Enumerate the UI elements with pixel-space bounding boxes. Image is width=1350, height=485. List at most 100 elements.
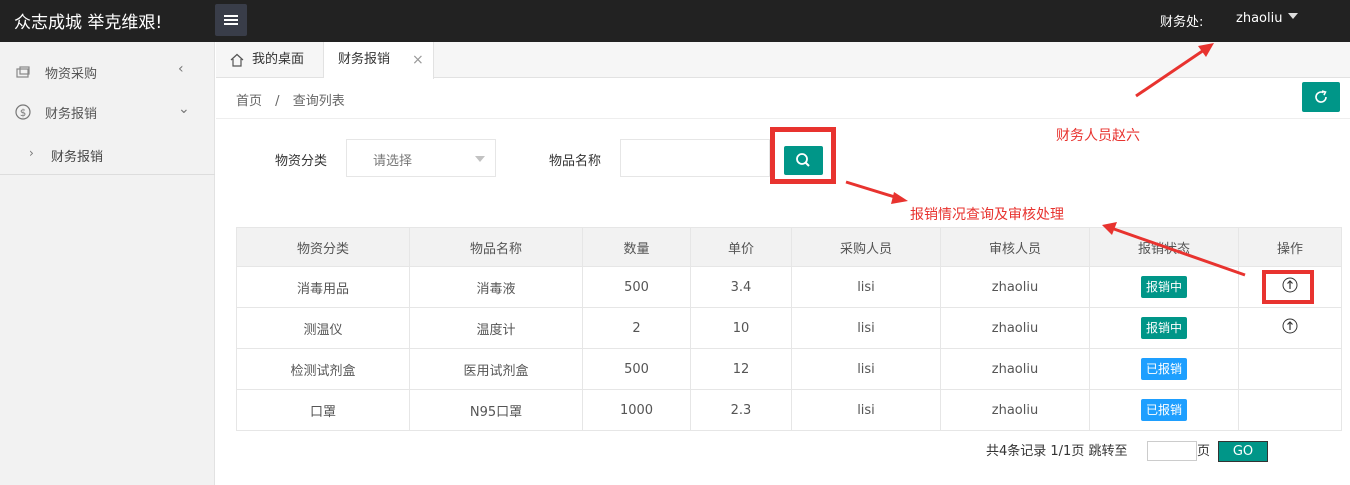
cell-status: 已报销 <box>1089 389 1239 431</box>
dollar-icon: $ <box>15 104 31 120</box>
tab-finance[interactable]: 财务报销 × <box>324 42 434 79</box>
chevron-down-icon: ⌄ <box>178 101 190 117</box>
cell-price: 3.4 <box>690 266 792 308</box>
action-highlight-box <box>1262 270 1314 304</box>
user-menu[interactable]: zhaoliu <box>1236 11 1282 26</box>
column-header: 物资分类 <box>236 227 410 267</box>
sidebar-item-finance[interactable]: $ 财务报销 ⌄ <box>0 92 215 132</box>
status-badge: 报销中 <box>1140 276 1187 298</box>
chevron-left-icon: ‹ <box>178 61 184 77</box>
brand-title: 众志成城 举克维艰! <box>14 13 163 33</box>
pager-summary: 共4条记录 1/1页 跳转至 <box>986 444 1128 459</box>
sidebar-item-label: 财务报销 <box>45 107 98 122</box>
cell-status: 报销中 <box>1089 266 1239 308</box>
cell-price: 2.3 <box>690 389 792 431</box>
column-header: 采购人员 <box>791 227 941 267</box>
breadcrumb-current: 查询列表 <box>292 94 345 109</box>
cell-price: 12 <box>690 348 792 390</box>
caret-down-icon[interactable] <box>1288 13 1298 19</box>
column-header: 操作 <box>1238 227 1342 267</box>
cell-category: 检测试剂盒 <box>236 348 410 390</box>
user-role-label: 财务处: <box>1160 15 1204 30</box>
go-button[interactable]: GO <box>1218 441 1268 462</box>
page-suffix: 页 <box>1197 444 1211 459</box>
cell-buyer: lisi <box>791 266 941 308</box>
column-header: 物品名称 <box>409 227 583 267</box>
cell-category: 消毒用品 <box>236 266 410 308</box>
category-placeholder: 请选择 <box>373 154 413 169</box>
tab-desktop[interactable]: 我的桌面 <box>216 42 324 78</box>
cell-qty: 2 <box>582 307 691 349</box>
breadcrumb: 首页 / 查询列表 <box>236 90 354 109</box>
cell-buyer: lisi <box>791 348 941 390</box>
caret-down-icon <box>475 156 485 162</box>
sidebar-subitem-finance[interactable]: › 财务报销 <box>0 135 215 175</box>
cell-auditor: zhaoliu <box>940 348 1090 390</box>
chevron-right-icon: › <box>29 146 34 160</box>
menu-toggle-button[interactable] <box>215 4 247 36</box>
cell-price: 10 <box>690 307 792 349</box>
annotation-query-note: 报销情况查询及审核处理 <box>910 207 1064 223</box>
item-name-label: 物品名称 <box>549 154 602 169</box>
cell-status: 报销中 <box>1089 307 1239 349</box>
cell-action <box>1238 389 1342 431</box>
status-badge: 已报销 <box>1140 399 1187 421</box>
divider <box>216 118 1350 119</box>
refresh-icon <box>1315 90 1327 103</box>
cell-name: 消毒液 <box>409 266 583 308</box>
category-select[interactable]: 请选择 <box>346 139 496 177</box>
cell-category: 测温仪 <box>236 307 410 349</box>
cell-buyer: lisi <box>791 307 941 349</box>
tab-label: 我的桌面 <box>252 52 305 67</box>
breadcrumb-home[interactable]: 首页 <box>236 94 262 109</box>
cell-name: 温度计 <box>409 307 583 349</box>
annotation-finance-person: 财务人员赵六 <box>1056 128 1140 144</box>
breadcrumb-separator: / <box>275 94 280 109</box>
table-row: 消毒用品 消毒液 500 3.4 lisi zhaoliu 报销中 <box>236 266 1342 308</box>
refresh-button[interactable] <box>1302 82 1340 112</box>
top-bar: 众志成城 举克维艰! 财务处: zhaoliu <box>0 0 1350 42</box>
arrow-to-search <box>845 180 908 204</box>
status-badge: 报销中 <box>1140 317 1187 339</box>
cell-action <box>1238 348 1342 390</box>
table-row: 口罩 N95口罩 1000 2.3 lisi zhaoliu 已报销 <box>236 389 1342 431</box>
tab-bar: 我的桌面 财务报销 × <box>216 42 1350 79</box>
cell-category: 口罩 <box>236 389 410 431</box>
tab-label: 财务报销 <box>338 52 391 67</box>
cell-name: N95口罩 <box>409 389 583 431</box>
cell-buyer: lisi <box>791 389 941 431</box>
column-header: 单价 <box>690 227 792 267</box>
cell-name: 医用试剂盒 <box>409 348 583 390</box>
category-label: 物资分类 <box>275 154 328 169</box>
hamburger-icon <box>224 15 238 17</box>
column-header: 审核人员 <box>940 227 1090 267</box>
approve-icon[interactable] <box>1282 318 1298 334</box>
status-badge: 已报销 <box>1140 358 1187 380</box>
cell-status: 已报销 <box>1089 348 1239 390</box>
cell-qty: 500 <box>582 266 691 308</box>
column-header: 报销状态 <box>1089 227 1239 267</box>
table-row: 测温仪 温度计 2 10 lisi zhaoliu 报销中 <box>236 307 1342 349</box>
item-name-input[interactable] <box>620 139 770 177</box>
home-icon <box>230 53 244 67</box>
page-jump-input[interactable] <box>1147 441 1197 461</box>
search-button[interactable] <box>784 146 823 175</box>
cell-action <box>1238 307 1342 349</box>
sidebar-item-purchase[interactable]: 物资采购 ‹ <box>0 52 215 92</box>
search-icon <box>796 153 810 167</box>
close-icon[interactable]: × <box>412 42 424 78</box>
sidebar: 物资采购 ‹ $ 财务报销 ⌄ › 财务报销 <box>0 42 215 485</box>
reimbursement-table: 物资分类 物品名称 数量 单价 采购人员 审核人员 报销状态 操作 消毒用品 消毒… <box>236 227 1342 431</box>
column-header: 数量 <box>582 227 691 267</box>
table-row: 检测试剂盒 医用试剂盒 500 12 lisi zhaoliu 已报销 <box>236 348 1342 390</box>
sidebar-item-label: 物资采购 <box>45 67 98 82</box>
cell-auditor: zhaoliu <box>940 307 1090 349</box>
purchase-icon <box>16 66 30 78</box>
cell-qty: 1000 <box>582 389 691 431</box>
cell-auditor: zhaoliu <box>940 266 1090 308</box>
sidebar-subitem-label: 财务报销 <box>51 150 104 165</box>
table-header-row: 物资分类 物品名称 数量 单价 采购人员 审核人员 报销状态 操作 <box>236 227 1342 267</box>
cell-qty: 500 <box>582 348 691 390</box>
cell-auditor: zhaoliu <box>940 389 1090 431</box>
svg-text:$: $ <box>20 108 26 119</box>
